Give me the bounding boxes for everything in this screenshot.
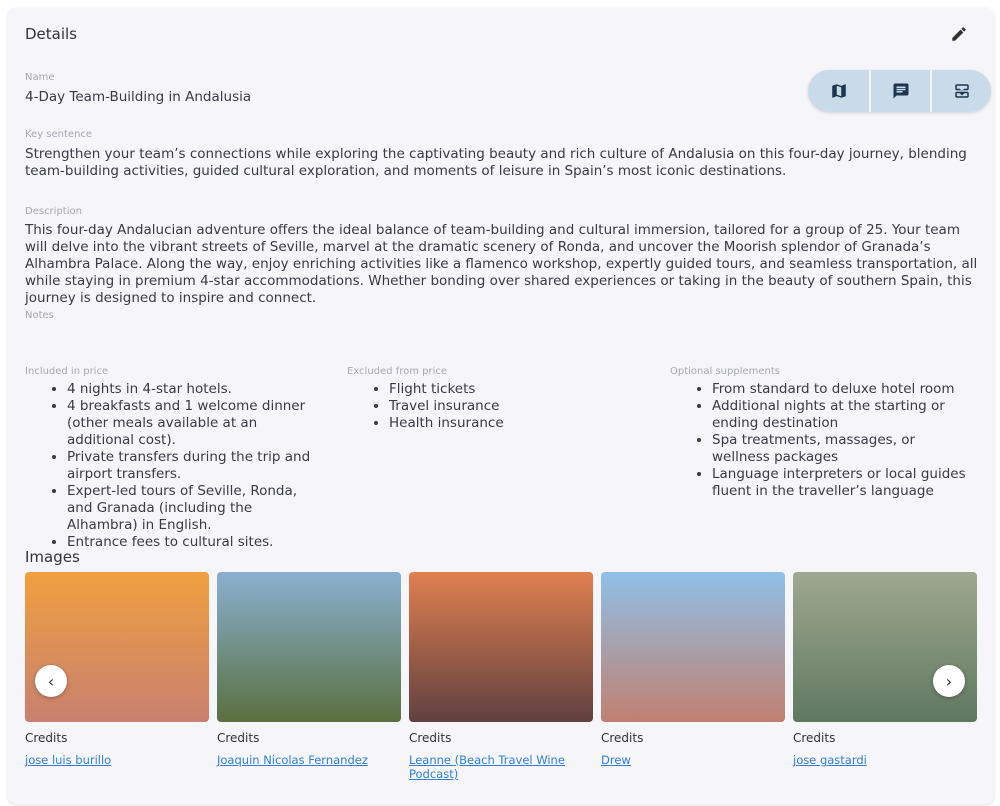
credit-link[interactable]: Drew: [601, 753, 761, 767]
gallery-image[interactable]: [217, 572, 401, 722]
list-item: Entrance fees to cultural sites.: [67, 534, 325, 551]
list-item: 4 breakfasts and 1 welcome dinner (other…: [67, 398, 325, 449]
credit-link[interactable]: jose luis burillo: [25, 753, 185, 767]
key-sentence-value: Strengthen your team’s connections while…: [25, 146, 967, 179]
card-title: Details: [25, 25, 78, 43]
excluded-column: Excluded from price Flight ticketsTravel…: [347, 366, 647, 432]
chevron-left-icon: ‹: [47, 671, 55, 691]
list-item: Private transfers during the trip and ai…: [67, 449, 325, 483]
images-title: Images: [25, 548, 80, 566]
excluded-list: Flight ticketsTravel insuranceHealth ins…: [389, 381, 647, 432]
pencil-icon[interactable]: [950, 25, 968, 43]
credits-label: Credits: [601, 731, 644, 745]
credits-label: Credits: [25, 731, 68, 745]
list-item: Expert-led tours of Seville, Ronda, and …: [67, 483, 325, 534]
optional-column: Optional supplements From standard to de…: [670, 366, 970, 500]
list-item: Spa treatments, massages, or wellness pa…: [712, 432, 970, 466]
chevron-right-icon: ›: [945, 671, 953, 691]
optional-list: From standard to deluxe hotel roomAdditi…: [712, 381, 970, 500]
list-item: Travel insurance: [389, 398, 647, 415]
credits-label: Credits: [793, 731, 836, 745]
list-item: 4 nights in 4-star hotels.: [67, 381, 325, 398]
carousel-prev-button[interactable]: ‹: [35, 665, 67, 697]
details-card: Details Name 4-Day Team-Building in Anda…: [8, 8, 994, 804]
credit-link[interactable]: Joaquin Nicolas Fernandez: [217, 753, 377, 767]
included-label: Included in price: [25, 366, 109, 377]
name-label: Name: [25, 72, 55, 83]
list-item: Language interpreters or local guides fl…: [712, 466, 970, 500]
excluded-label: Excluded from price: [347, 366, 448, 377]
included-column: Included in price 4 nights in 4-star hot…: [25, 366, 325, 551]
list-item: Additional nights at the starting or end…: [712, 398, 970, 432]
list-item: Health insurance: [389, 415, 647, 432]
gallery-image[interactable]: [409, 572, 593, 722]
gallery-image[interactable]: [25, 572, 209, 722]
credit-link[interactable]: Leanne (Beach Travel Wine Podcast): [409, 753, 569, 781]
optional-label: Optional supplements: [670, 366, 780, 377]
description-value: This four-day Andalucian adventure offer…: [25, 222, 978, 306]
carousel-next-button[interactable]: ›: [933, 665, 965, 697]
credit-link[interactable]: jose gastardi: [793, 753, 953, 767]
credits-label: Credits: [217, 731, 260, 745]
gallery-image[interactable]: [793, 572, 977, 722]
notes-label: Notes: [25, 310, 54, 321]
included-list: 4 nights in 4-star hotels.4 breakfasts a…: [67, 381, 325, 551]
list-item: From standard to deluxe hotel room: [712, 381, 970, 398]
name-value: 4-Day Team-Building in Andalusia: [25, 89, 252, 105]
gallery-image[interactable]: [601, 572, 785, 722]
credits-label: Credits: [409, 731, 452, 745]
description-label: Description: [25, 206, 82, 217]
list-item: Flight tickets: [389, 381, 647, 398]
key-sentence-label: Key sentence: [25, 129, 93, 140]
